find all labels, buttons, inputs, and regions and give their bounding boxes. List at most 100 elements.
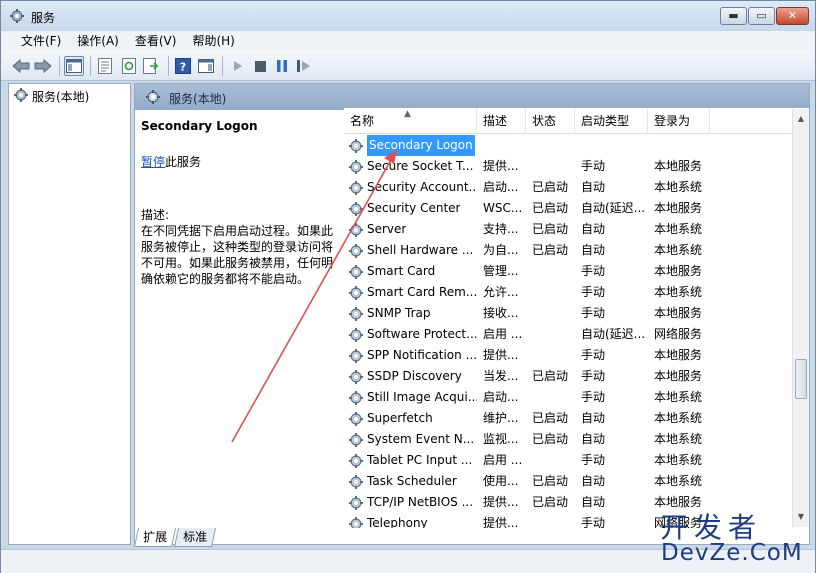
tree-item-services-local[interactable]: 服务(本地) <box>13 87 89 106</box>
menu-file[interactable]: 文件(F) <box>13 31 69 51</box>
table-row[interactable]: Superfetch 维护... 已启动 自动 本地系统 <box>344 408 792 429</box>
service-status: 已启动 <box>532 432 569 446</box>
table-row[interactable]: SSDP Discovery 当发... 已启动 手动 本地服务 <box>344 366 792 387</box>
service-name: Security Account... <box>367 180 477 194</box>
list-header: ▲ 名称 描述 状态 启动类型 登录为 <box>344 108 792 134</box>
service-description: 允许... <box>483 285 519 299</box>
tab-extended[interactable]: 扩展 <box>133 528 177 547</box>
service-log-on-as: 本地系统 <box>654 411 703 425</box>
services-gear-icon <box>145 89 161 108</box>
service-description: 启动... <box>483 180 519 194</box>
service-log-on-as: 本地服务 <box>654 348 703 362</box>
table-row[interactable]: Shell Hardware ... 为自... 已启动 自动 本地系统 <box>344 240 792 261</box>
details-header-title: 服务(本地) <box>169 92 227 106</box>
scrollbar-thumb[interactable] <box>795 359 807 399</box>
service-name: SSDP Discovery <box>367 369 462 383</box>
service-name: Security Center <box>367 201 461 215</box>
table-row[interactable]: Tablet PC Input ... 启用 ... 手动 本地系统 <box>344 450 792 471</box>
service-name: Still Image Acqui... <box>367 390 477 404</box>
column-header-name[interactable]: ▲ 名称 <box>344 108 477 134</box>
menu-view[interactable]: 查看(V) <box>127 31 185 51</box>
restart-icon[interactable] <box>294 56 314 76</box>
service-startup-type: 手动 <box>581 516 606 528</box>
table-row[interactable]: Secure Socket T... 提供... 手动 本地服务 <box>344 156 792 177</box>
table-row[interactable]: SPP Notification ... 提供... 手动 本地服务 <box>344 345 792 366</box>
table-row[interactable]: Server 支持... 已启动 自动 本地系统 <box>344 219 792 240</box>
table-row[interactable]: Security Account... 启动... 已启动 自动 本地系统 <box>344 177 792 198</box>
column-header-startup-type[interactable]: 启动类型 <box>575 108 648 134</box>
service-log-on-as: 本地系统 <box>654 180 703 194</box>
service-gear-icon <box>348 222 364 238</box>
service-name: TCP/IP NetBIOS ... <box>367 495 474 509</box>
services-gear-icon <box>13 87 29 106</box>
menu-action[interactable]: 操作(A) <box>69 31 127 51</box>
service-log-on-as: 本地系统 <box>654 432 703 446</box>
stop-icon[interactable] <box>250 56 270 76</box>
service-gear-icon <box>348 201 364 217</box>
service-status <box>526 513 575 528</box>
forward-arrow-icon[interactable] <box>33 56 53 76</box>
service-startup-type: 自动 <box>581 243 606 257</box>
export-list-icon[interactable] <box>142 56 162 76</box>
table-row[interactable]: Task Scheduler 使用... 已启动 自动 本地系统 <box>344 471 792 492</box>
service-gear-icon <box>348 369 364 385</box>
table-row[interactable]: Smart Card Rem... 允许... 手动 本地系统 <box>344 282 792 303</box>
service-startup-type: 自动 <box>581 411 606 425</box>
toolbar-separator <box>222 56 223 76</box>
service-status <box>526 282 575 303</box>
service-name-cell: Still Image Acqui... <box>344 387 477 408</box>
service-name-cell: Security Center <box>344 198 477 219</box>
minimize-button[interactable]: ▬ <box>720 7 747 25</box>
table-row[interactable]: SNMP Trap 接收... 手动 本地服务 <box>344 303 792 324</box>
tab-standard[interactable]: 标准 <box>173 528 217 547</box>
details-header: 服务(本地) <box>135 84 809 110</box>
show-hide-tree-icon[interactable] <box>64 56 84 76</box>
column-header-description[interactable]: 描述 <box>477 108 526 134</box>
scroll-down-icon[interactable]: ▼ <box>793 509 809 525</box>
close-button[interactable]: ✕ <box>776 7 809 25</box>
service-gear-icon <box>348 495 364 511</box>
table-row[interactable]: Smart Card 管理... 手动 本地服务 <box>344 261 792 282</box>
title-bar[interactable]: 服务 ▬ ▭ ✕ <box>1 1 815 31</box>
service-startup-type: 手动 <box>581 369 606 383</box>
properties-icon[interactable] <box>95 56 115 76</box>
service-description: 当发... <box>483 369 519 383</box>
service-log-on-as: 本地系统 <box>654 390 703 404</box>
scroll-up-icon[interactable]: ▲ <box>793 111 809 127</box>
table-row[interactable]: Security Center WSC... 已启动 自动(延迟... 本地服务 <box>344 198 792 219</box>
service-log-on-as: 本地服务 <box>654 264 703 278</box>
toolbar-separator <box>59 56 60 76</box>
service-log-on-as: 本地系统 <box>654 285 703 299</box>
column-header-status[interactable]: 状态 <box>526 108 575 134</box>
maximize-button[interactable]: ▭ <box>748 7 775 25</box>
pause-icon[interactable] <box>272 56 292 76</box>
vertical-scrollbar[interactable]: ▲ ▼ <box>792 109 809 527</box>
table-row[interactable]: Software Protect... 启用 ... 自动(延迟... 网络服务 <box>344 324 792 345</box>
service-gear-icon <box>348 390 364 406</box>
start-icon[interactable] <box>228 56 248 76</box>
menu-bar: 文件(F) 操作(A) 查看(V) 帮助(H) <box>1 31 815 51</box>
service-status <box>526 156 575 177</box>
back-arrow-icon[interactable] <box>11 56 31 76</box>
pause-service-link[interactable]: 暂停 <box>141 155 165 169</box>
minimize-icon: ▬ <box>728 9 739 22</box>
refresh-icon[interactable] <box>119 56 139 76</box>
table-row[interactable]: System Event N... 监视... 已启动 自动 本地系统 <box>344 429 792 450</box>
table-row[interactable]: Secondary Logon 在不... 已启动 自动 本地系统 <box>344 135 792 156</box>
service-startup-type: 自动(延迟... <box>581 201 646 215</box>
service-name-cell: Secondary Logon <box>344 135 477 156</box>
column-header-log-on-as[interactable]: 登录为 <box>648 108 710 134</box>
service-name: Server <box>367 222 407 236</box>
service-name-cell: Smart Card <box>344 261 477 282</box>
service-status: 已启动 <box>532 222 569 236</box>
service-name-cell: Shell Hardware ... <box>344 240 477 261</box>
service-status <box>526 450 575 471</box>
table-row[interactable]: Still Image Acqui... 启动... 手动 本地系统 <box>344 387 792 408</box>
service-log-on-as: 本地服务 <box>654 159 703 173</box>
service-description: 提供... <box>483 495 519 509</box>
service-gear-icon <box>348 432 364 448</box>
menu-help[interactable]: 帮助(H) <box>184 31 242 51</box>
service-startup-type: 自动 <box>581 432 606 446</box>
help-icon[interactable]: ? <box>173 56 193 76</box>
show-action-pane-icon[interactable] <box>196 56 216 76</box>
